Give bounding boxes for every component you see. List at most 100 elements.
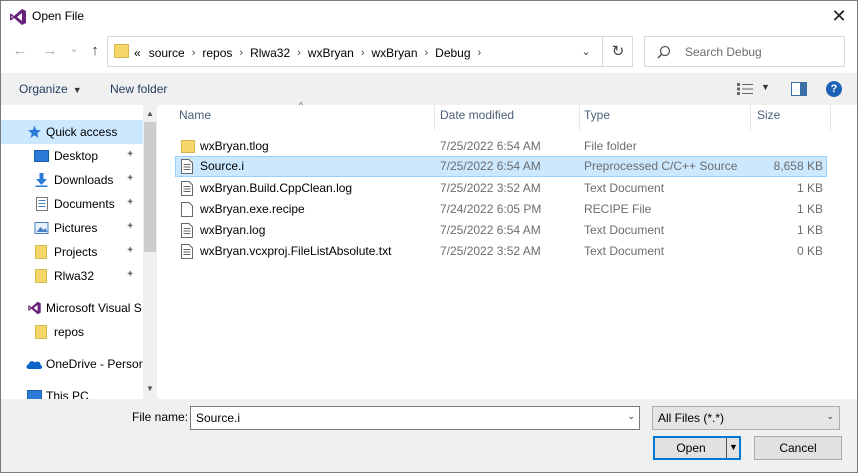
chevron-right-icon[interactable]: ›	[361, 47, 365, 59]
breadcrumb-overflow[interactable]: «	[134, 46, 141, 60]
pin-icon: ✦	[126, 197, 135, 208]
open-button[interactable]: Open	[653, 436, 741, 460]
file-name: wxBryan.tlog	[200, 139, 269, 153]
file-name-field[interactable]: Source.i ⌄	[190, 406, 640, 430]
file-name: Source.i	[200, 159, 245, 173]
view-dropdown-button[interactable]: ▼	[761, 82, 770, 92]
view-options-icon[interactable]	[737, 82, 753, 96]
search-box[interactable]: Search Debug	[644, 36, 845, 67]
open-button-label: Open	[676, 441, 706, 455]
sidebar-item-projects[interactable]: Projects ✦	[1, 240, 143, 264]
file-row[interactable]: wxBryan.exe.recipe 7/24/2022 6:05 PM REC…	[175, 199, 827, 220]
text-file-icon	[181, 223, 193, 238]
breadcrumb-item[interactable]: Rlwa32	[250, 46, 290, 60]
breadcrumb-item[interactable]: source	[149, 46, 185, 60]
column-divider[interactable]	[579, 105, 580, 130]
pin-icon: ✦	[126, 173, 135, 184]
file-date: 7/25/2022 6:54 AM	[440, 159, 541, 173]
close-button[interactable]: ✕	[827, 5, 851, 27]
file-name: wxBryan.log	[200, 223, 266, 237]
address-bar[interactable]: « source › repos › Rlwa32 › wxBryan › wx…	[107, 36, 633, 67]
open-dropdown-arrow-icon[interactable]: ▼	[729, 442, 738, 452]
column-header-type[interactable]: Type	[584, 108, 610, 133]
chevron-right-icon[interactable]: ›	[478, 47, 482, 59]
chevron-down-icon: ⌄	[826, 411, 834, 421]
sidebar-item-onedrive[interactable]: OneDrive - Persor	[1, 352, 143, 376]
column-header-name[interactable]: Name	[179, 108, 211, 133]
sidebar-item-documents[interactable]: Documents ✦	[1, 192, 143, 216]
column-header-date[interactable]: Date modified	[440, 108, 514, 133]
folder-icon	[181, 140, 195, 153]
folder-icon	[35, 269, 47, 283]
file-row-selected[interactable]: Source.i 7/25/2022 6:54 AM Preprocessed …	[175, 156, 827, 177]
file-row[interactable]: wxBryan.log 7/25/2022 6:54 AM Text Docum…	[175, 220, 827, 241]
up-button[interactable]: ↑	[86, 41, 104, 61]
back-button[interactable]: ←	[11, 41, 29, 61]
onedrive-icon	[26, 361, 43, 369]
chevron-right-icon[interactable]: ›	[297, 47, 301, 59]
folder-icon	[114, 44, 129, 58]
file-type: File folder	[584, 139, 637, 153]
file-row[interactable]: wxBryan.Build.CppClean.log 7/25/2022 3:5…	[175, 178, 827, 199]
sidebar-item-label: Documents	[54, 197, 115, 211]
chevron-down-icon[interactable]: ⌄	[627, 411, 635, 422]
column-header-size[interactable]: Size	[757, 108, 780, 133]
pin-icon: ✦	[126, 269, 135, 280]
file-type-filter[interactable]: All Files (*.*) ⌄	[652, 406, 840, 430]
sidebar-item-repos[interactable]: repos	[1, 320, 143, 344]
text-file-icon	[181, 159, 193, 174]
preview-pane-icon[interactable]	[791, 82, 807, 96]
file-row[interactable]: wxBryan.vcxproj.FileListAbsolute.txt 7/2…	[175, 241, 827, 262]
visual-studio-icon	[10, 9, 26, 25]
breadcrumb-item[interactable]: wxBryan	[371, 46, 417, 60]
sidebar-scroll-thumb[interactable]	[144, 122, 156, 252]
column-divider[interactable]	[750, 105, 751, 130]
organize-menu[interactable]: Organize ▼	[19, 82, 82, 96]
sidebar-item-label: OneDrive - Persor	[46, 357, 143, 371]
refresh-button[interactable]: ↻	[602, 37, 633, 66]
file-date: 7/25/2022 3:52 AM	[440, 181, 541, 195]
column-divider[interactable]	[434, 105, 435, 130]
pin-icon: ✦	[126, 149, 135, 160]
file-type: RECIPE File	[584, 202, 652, 216]
sidebar-item-quick-access[interactable]: Quick access	[1, 120, 143, 144]
breadcrumb-item[interactable]: wxBryan	[308, 46, 354, 60]
text-file-icon	[181, 244, 193, 259]
sidebar-item-pictures[interactable]: Pictures ✦	[1, 216, 143, 240]
sidebar-item-rlwa32[interactable]: Rlwa32 ✦	[1, 264, 143, 288]
chevron-right-icon[interactable]: ›	[192, 47, 196, 59]
folder-icon	[35, 245, 47, 259]
sidebar-item-downloads[interactable]: Downloads ✦	[1, 168, 143, 192]
sidebar-item-microsoft-visual-studio[interactable]: Microsoft Visual S	[1, 296, 143, 320]
column-divider[interactable]	[830, 105, 831, 130]
sidebar-item-desktop[interactable]: Desktop ✦	[1, 144, 143, 168]
sidebar-item-this-pc[interactable]: This PC	[1, 384, 143, 399]
this-pc-icon	[27, 390, 42, 399]
sidebar-item-label: Pictures	[54, 221, 98, 235]
open-file-dialog: Open File ✕ ← → ⌄ ↑ « source › repos › R…	[0, 0, 858, 473]
pictures-icon	[34, 222, 49, 234]
help-icon[interactable]: ?	[826, 81, 842, 97]
breadcrumb-item[interactable]: repos	[202, 46, 232, 60]
title-bar: Open File ✕	[1, 1, 857, 32]
scroll-down-arrow[interactable]: ▼	[143, 381, 157, 397]
forward-button[interactable]: →	[41, 41, 59, 61]
scroll-up-arrow[interactable]: ▲	[143, 106, 157, 122]
chevron-right-icon[interactable]: ›	[239, 47, 243, 59]
file-type: Text Document	[584, 244, 665, 258]
new-folder-button[interactable]: New folder	[110, 82, 167, 96]
pin-icon: ✦	[126, 221, 135, 232]
file-date: 7/25/2022 6:54 AM	[440, 139, 541, 153]
sidebar-item-label: Downloads	[54, 173, 114, 187]
file-size: 0 KB	[796, 244, 823, 258]
breadcrumb-item[interactable]: Debug	[435, 46, 470, 60]
file-size: 8,658 KB	[773, 159, 823, 173]
cancel-button[interactable]: Cancel	[754, 436, 842, 460]
file-type: Preprocessed C/C++ Source	[584, 159, 738, 173]
download-icon	[35, 173, 48, 187]
chevron-right-icon[interactable]: ›	[425, 47, 429, 59]
address-history-dropdown[interactable]: ⌄	[578, 43, 594, 61]
file-date: 7/24/2022 6:05 PM	[440, 202, 542, 216]
recent-locations-button[interactable]: ⌄	[65, 39, 83, 59]
file-row[interactable]: wxBryan.tlog 7/25/2022 6:54 AM File fold…	[175, 136, 827, 157]
